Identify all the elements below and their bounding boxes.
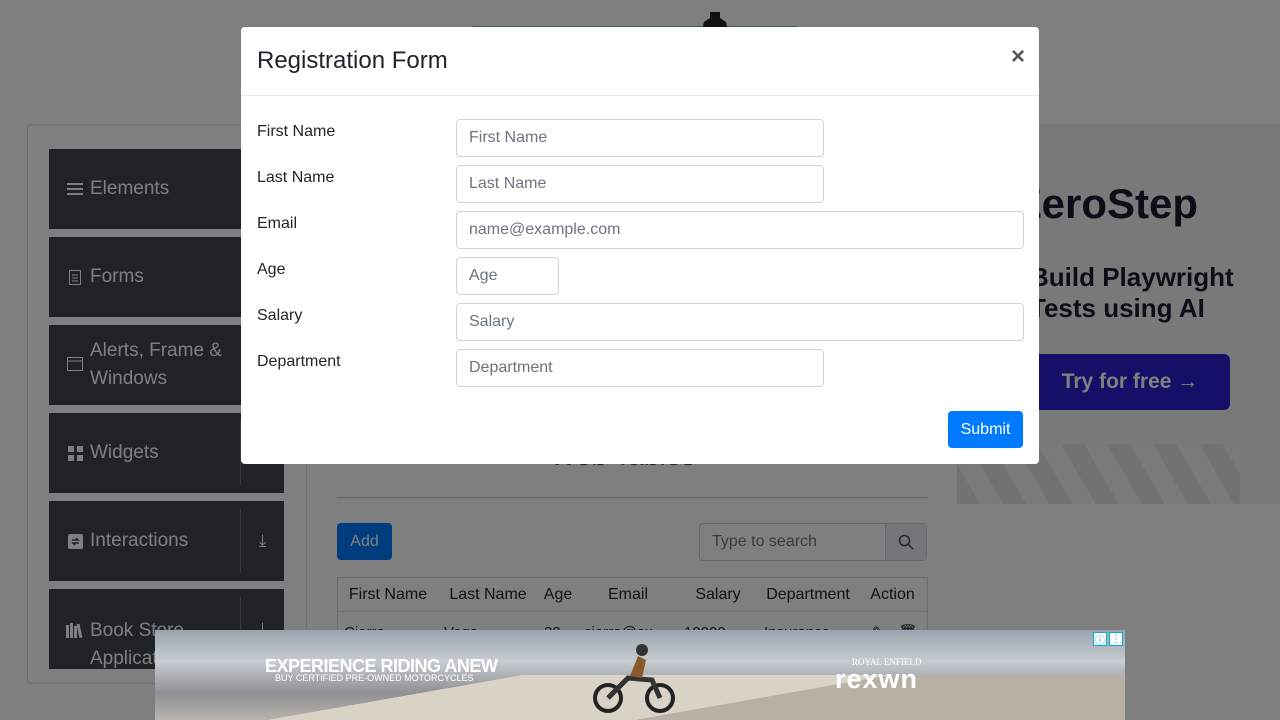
registration-modal: Registration Form × First Name Last Name… — [241, 27, 1039, 464]
first-name-label: First Name — [257, 123, 336, 140]
last-name-label: Last Name — [257, 169, 335, 186]
salary-input[interactable] — [456, 303, 1024, 341]
modal-header: Registration Form × — [241, 27, 1039, 96]
close-button[interactable]: × — [1011, 43, 1025, 71]
info-icon[interactable]: ⓘ — [1093, 632, 1107, 647]
age-input[interactable] — [456, 257, 559, 295]
ad-bottom-banner[interactable]: EXPERIENCE RIDING ANEW BUY CERTIFIED PRE… — [155, 630, 1125, 720]
last-name-input[interactable] — [456, 165, 824, 203]
department-label: Department — [257, 353, 341, 370]
salary-label: Salary — [257, 307, 303, 324]
email-label: Email — [257, 215, 298, 232]
brand-logo: rexwn — [835, 664, 919, 694]
close-ad-icon[interactable]: ⋮ — [1109, 632, 1123, 646]
first-name-input[interactable] — [456, 119, 824, 157]
ad-choices[interactable]: ⓘ ⋮ — [1093, 632, 1123, 647]
age-label: Age — [257, 261, 286, 278]
email-input[interactable] — [456, 211, 1024, 249]
ad-subline: BUY CERTIFIED PRE-OWNED MOTORCYCLES — [275, 673, 474, 683]
motorcycle-rider-image — [593, 644, 675, 713]
modal-title: Registration Form — [257, 47, 448, 74]
submit-button[interactable]: Submit — [948, 411, 1023, 448]
department-input[interactable] — [456, 349, 824, 387]
